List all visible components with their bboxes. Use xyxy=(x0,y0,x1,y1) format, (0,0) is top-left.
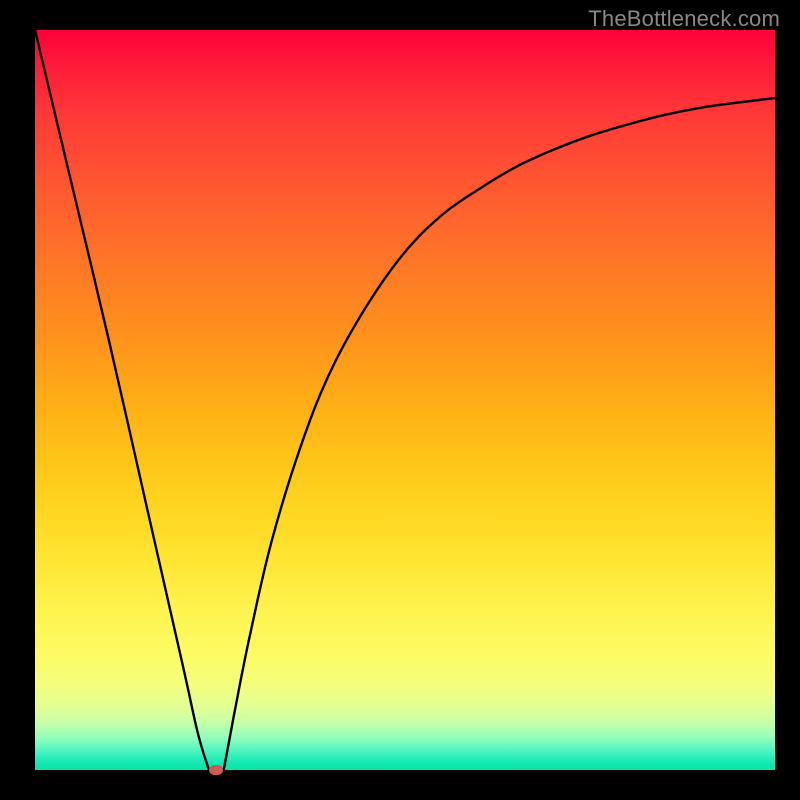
watermark-text: TheBottleneck.com xyxy=(588,6,780,32)
optimum-marker xyxy=(209,765,223,775)
bottleneck-curve xyxy=(35,30,775,770)
plot-area xyxy=(35,30,775,770)
chart-frame: TheBottleneck.com xyxy=(0,0,800,800)
curve-path xyxy=(35,30,775,770)
